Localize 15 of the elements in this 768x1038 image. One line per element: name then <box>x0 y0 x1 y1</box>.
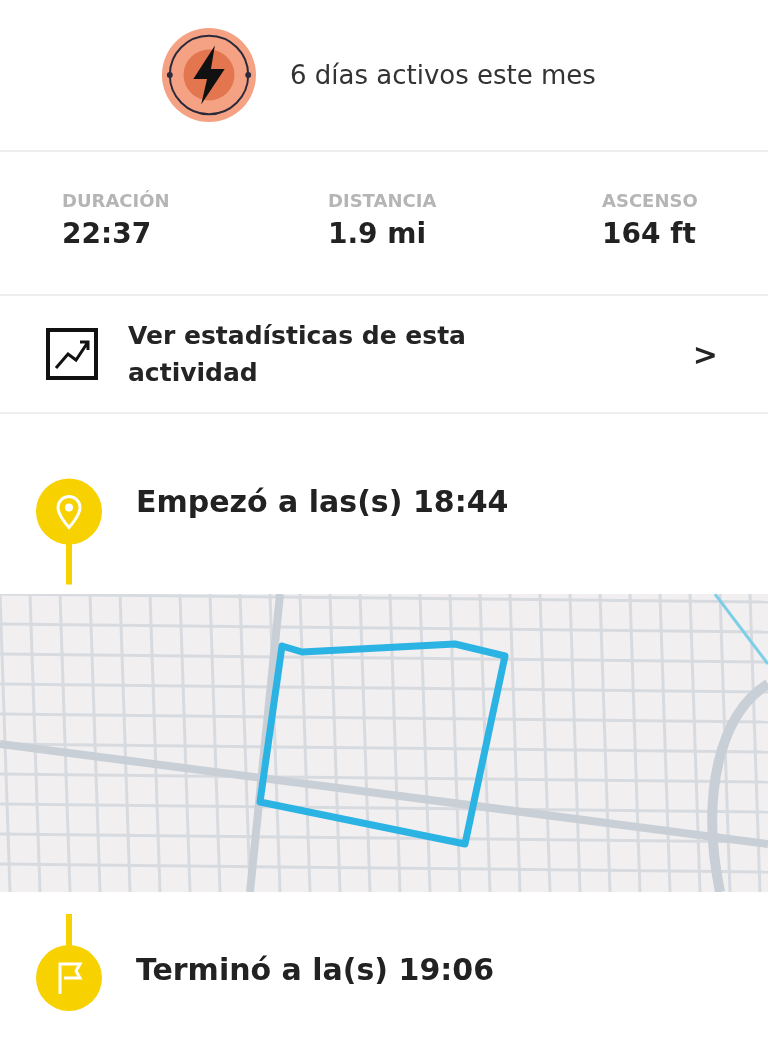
stat-label: DISTANCIA <box>328 190 438 211</box>
stat-label: ASCENSO <box>602 190 699 211</box>
flag-marker-icon <box>34 914 104 1014</box>
stat-label: DURACIÓN <box>62 190 171 211</box>
start-time: Empezó a las(s) 18:44 <box>136 484 509 519</box>
trend-chart-icon <box>46 328 98 380</box>
stat-value: 22:37 <box>62 217 153 250</box>
link-text: Ver estadísticas de esta actividad <box>128 319 467 389</box>
stat-value: 164 ft <box>602 217 697 250</box>
end-time: Terminó a la(s) 19:06 <box>136 952 494 987</box>
chevron-icon: > <box>692 336 718 372</box>
statistics-link[interactable]: Ver estadísticas de esta actividad > <box>0 296 768 414</box>
lightning-badge-icon <box>160 26 258 124</box>
stat-value: 1.9 mi <box>328 217 428 250</box>
streak-text: 6 días activos este mes <box>290 60 596 90</box>
